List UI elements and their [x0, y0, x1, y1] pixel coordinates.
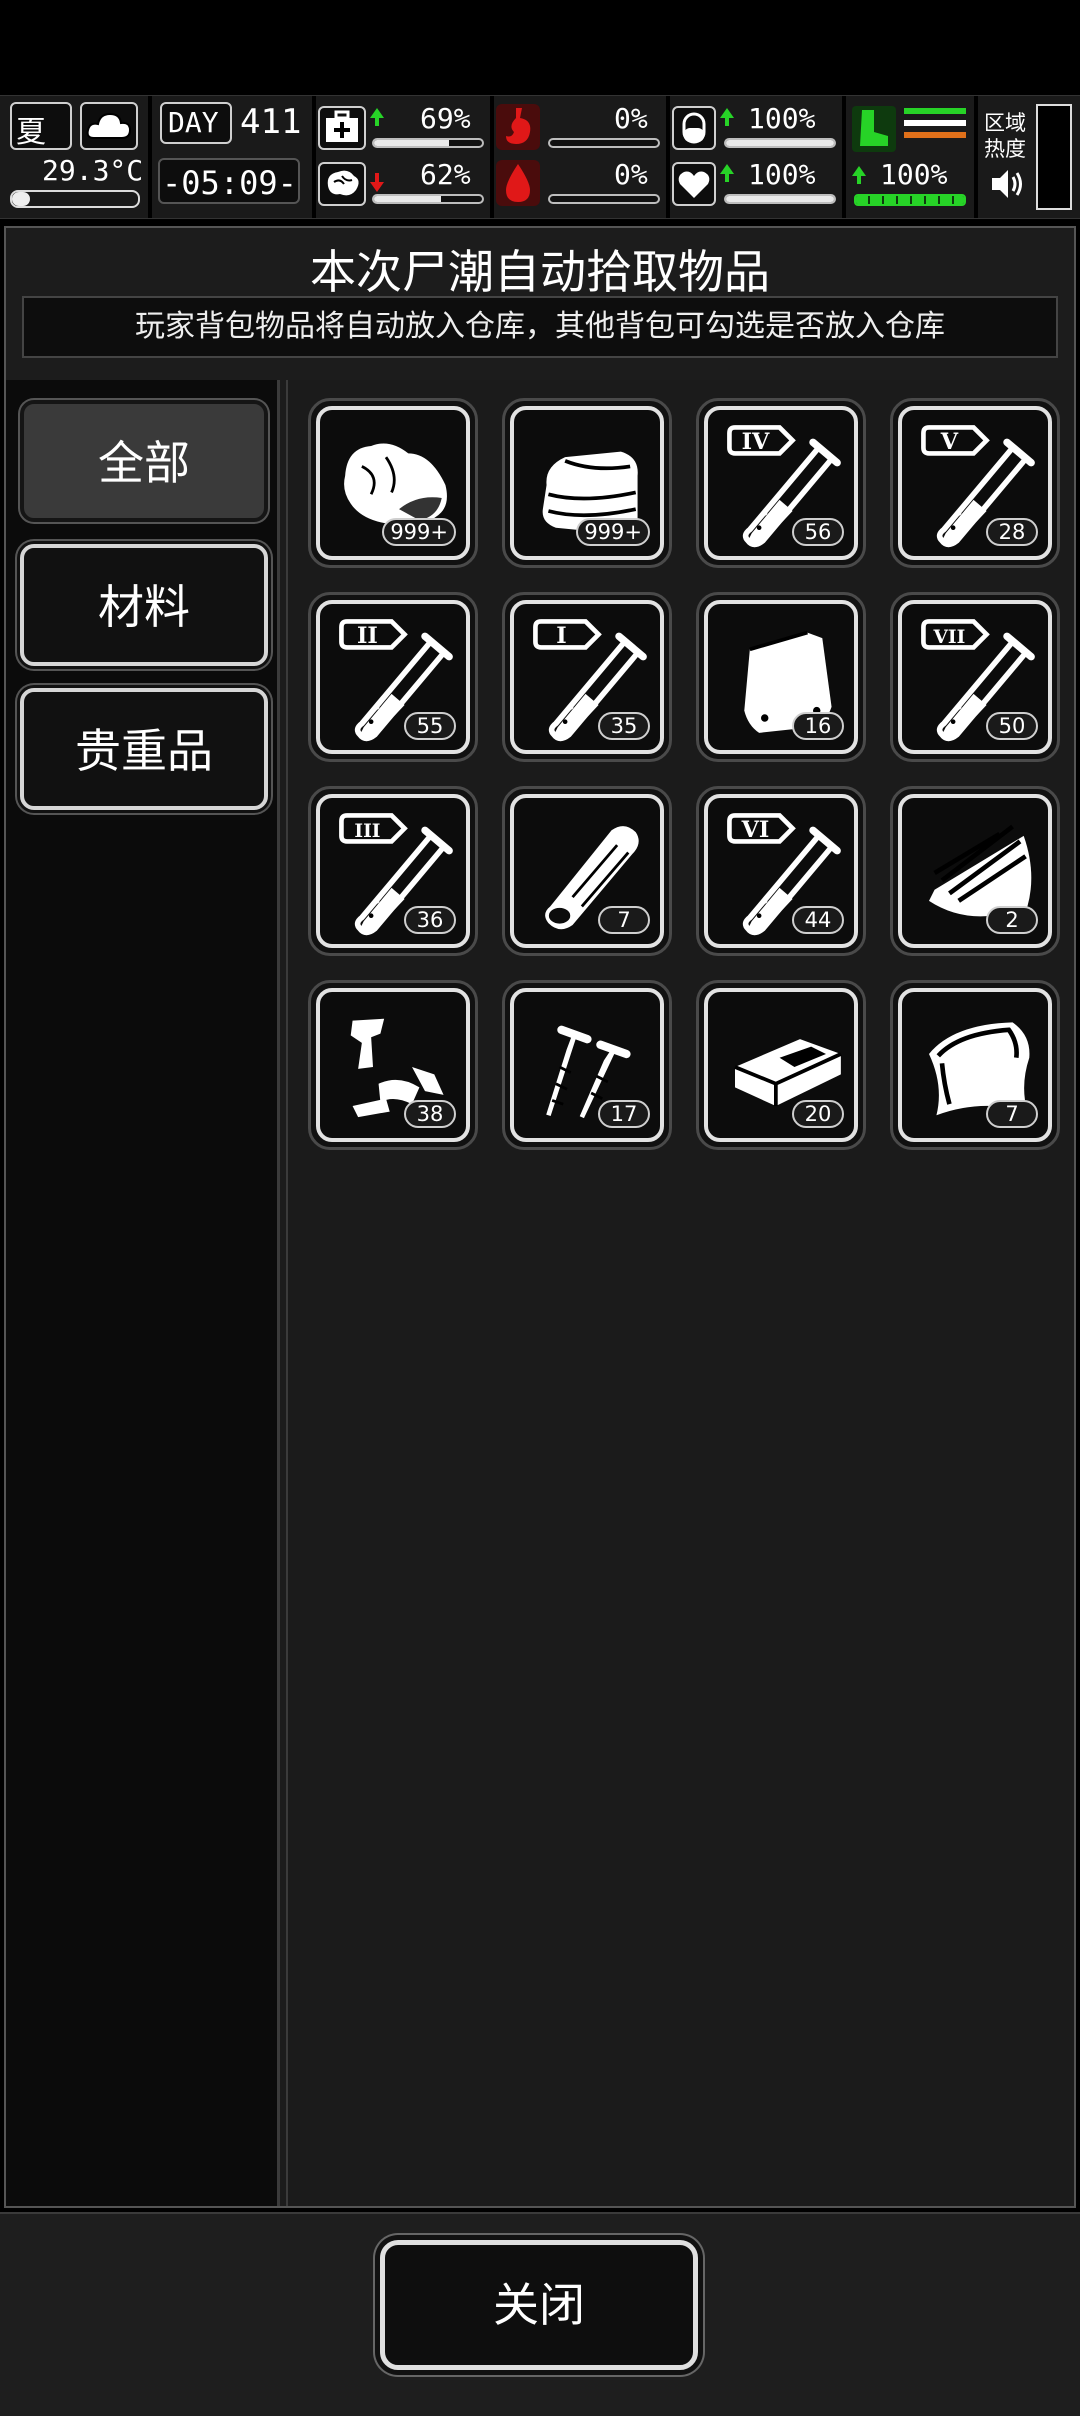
- svg-text:II: II: [357, 623, 378, 649]
- stamina-up-arrow-icon: [852, 166, 866, 184]
- item-count-badge: 55: [404, 712, 456, 740]
- item-slot[interactable]: IV 56: [696, 398, 866, 568]
- status-hud: 夏 29.3°C DAY 411 -05:09- 69% 62% 0% 0% 1…: [0, 95, 1080, 219]
- item-slot[interactable]: VII 50: [890, 592, 1060, 762]
- tab-all[interactable]: 全部: [20, 400, 268, 522]
- tab-materials[interactable]: 材料: [20, 544, 268, 666]
- svg-text:III: III: [354, 821, 380, 842]
- item-count-badge: 999+: [576, 518, 650, 546]
- mental-down-arrow-icon: [370, 173, 384, 192]
- item-slot[interactable]: I 35: [502, 592, 672, 762]
- item-slot[interactable]: 999+: [308, 398, 478, 568]
- item-count-badge: 56: [792, 518, 844, 546]
- dialog-subtitle: 玩家背包物品将自动放入仓库，其他背包可勾选是否放入仓库: [22, 296, 1058, 358]
- svg-text:V: V: [940, 429, 959, 455]
- svg-text:IV: IV: [742, 429, 770, 455]
- item-slot[interactable]: 38: [308, 980, 478, 1150]
- category-sidebar: 全部 材料 贵重品: [6, 380, 280, 2206]
- item-slot[interactable]: 7: [502, 786, 672, 956]
- hunger-bar: [548, 138, 660, 148]
- mental-value: 62%: [420, 158, 471, 191]
- svg-text:I: I: [556, 623, 566, 649]
- tab-valuables[interactable]: 贵重品: [20, 688, 268, 810]
- item-slot[interactable]: 2: [890, 786, 1060, 956]
- defense-value: 100%: [748, 102, 816, 135]
- hunger-value: 0%: [614, 102, 648, 135]
- item-count-badge: 35: [598, 712, 650, 740]
- health-bar: [372, 138, 484, 148]
- stamina-value: 100%: [880, 158, 948, 191]
- season-label: 夏: [16, 115, 46, 150]
- item-count-badge: 36: [404, 906, 456, 934]
- item-count-badge: 999+: [382, 518, 456, 546]
- heart-up-arrow-icon: [720, 164, 734, 182]
- region-heat-label: 区域热度: [984, 111, 1026, 161]
- item-count-badge: 38: [404, 1100, 456, 1128]
- item-slot[interactable]: 20: [696, 980, 866, 1150]
- blood-drop-icon: [496, 160, 540, 206]
- heart-icon: [672, 162, 716, 206]
- dialog-title: 本次尸潮自动拾取物品: [310, 245, 770, 299]
- heart-value: 100%: [748, 158, 816, 191]
- mental-bar: [372, 194, 484, 204]
- item-slot[interactable]: 7: [890, 980, 1060, 1150]
- pill-capsule-icon: [672, 106, 716, 150]
- day-label: DAY: [168, 106, 219, 139]
- defense-up-arrow-icon: [720, 108, 734, 126]
- item-slot[interactable]: 999+: [502, 398, 672, 568]
- health-up-arrow-icon: [370, 108, 384, 126]
- item-count-badge: 50: [986, 712, 1038, 740]
- heart-bar: [724, 194, 836, 204]
- item-slot[interactable]: VI 44: [696, 786, 866, 956]
- thermometer-icon: [10, 190, 140, 208]
- item-count-badge: 2: [986, 906, 1038, 934]
- weather-cloud-icon: [80, 102, 138, 150]
- brain-icon: [318, 162, 366, 206]
- item-count-badge: 44: [792, 906, 844, 934]
- stamina-bar: [854, 194, 966, 206]
- item-grid: 999+ 999+ IV 56 V 28 II 55 I 35 16 VII 50: [286, 380, 1074, 2206]
- health-value: 69%: [420, 102, 471, 135]
- clock-time: -05:09-: [162, 164, 297, 202]
- item-count-badge: 17: [598, 1100, 650, 1128]
- thirst-value: 0%: [614, 158, 648, 191]
- item-count-badge: 20: [792, 1100, 844, 1128]
- item-slot[interactable]: 17: [502, 980, 672, 1150]
- item-slot[interactable]: III 36: [308, 786, 478, 956]
- region-heat-meter: [1036, 104, 1072, 210]
- day-badge: DAY: [160, 102, 232, 144]
- temperature-readout: 29.3°C: [42, 154, 144, 187]
- item-count-badge: 16: [792, 712, 844, 740]
- svg-text:VI: VI: [741, 817, 770, 843]
- item-slot[interactable]: V 28: [890, 398, 1060, 568]
- item-count-badge: 7: [598, 906, 650, 934]
- stomach-icon: [496, 104, 540, 150]
- stamina-level-bars: [904, 108, 966, 138]
- defense-bar: [724, 138, 836, 148]
- boot-icon: [852, 106, 896, 152]
- item-slot[interactable]: II 55: [308, 592, 478, 762]
- day-number: 411: [240, 102, 302, 142]
- season-badge: 夏: [10, 102, 72, 150]
- item-count-badge: 28: [986, 518, 1038, 546]
- item-count-badge: 7: [986, 1100, 1038, 1128]
- medkit-icon: [318, 106, 366, 150]
- clock-display: -05:09-: [158, 158, 300, 204]
- sound-speaker-icon[interactable]: [988, 166, 1028, 202]
- close-button[interactable]: 关闭: [380, 2240, 698, 2370]
- thirst-bar: [548, 194, 660, 204]
- svg-text:VII: VII: [933, 627, 966, 648]
- item-slot[interactable]: 16: [696, 592, 866, 762]
